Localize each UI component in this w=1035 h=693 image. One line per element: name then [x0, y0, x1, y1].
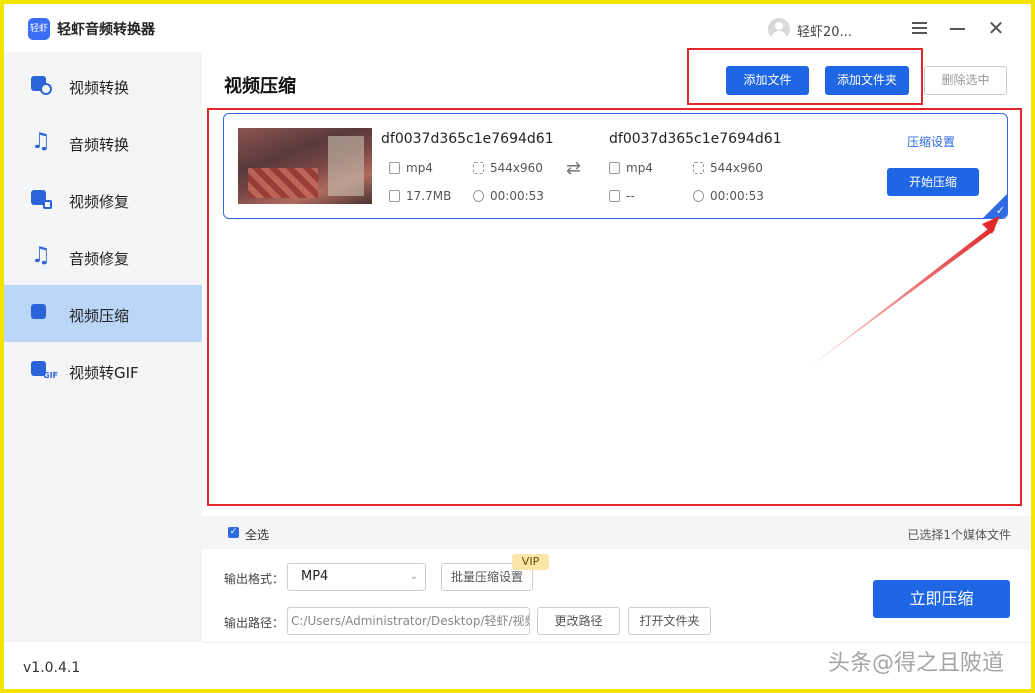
- video-repair-icon: [31, 188, 53, 210]
- sidebar-item-label: 视频修复: [69, 193, 130, 211]
- sidebar-item-video-repair[interactable]: 视频修复: [4, 171, 202, 228]
- audio-convert-icon: ♫: [31, 129, 51, 154]
- sidebar-item-video-convert[interactable]: 视频转换: [4, 57, 202, 114]
- sidebar-item-audio-repair[interactable]: ♫ 音频修复: [4, 228, 202, 285]
- minimize-icon[interactable]: [946, 16, 970, 40]
- sidebar-item-label: 音频修复: [69, 250, 130, 268]
- app-logo-icon: 轻虾: [28, 18, 50, 40]
- watermark: 头条@得之且陂道: [828, 651, 1005, 676]
- sidebar-item-label: 音频转换: [69, 136, 130, 154]
- select-all-label[interactable]: 全选: [245, 526, 269, 543]
- sidebar-item-label: 视频转GIF: [69, 364, 139, 382]
- chevron-down-icon: ⌄: [409, 571, 418, 582]
- sidebar-item-label: 视频转换: [69, 79, 130, 97]
- selected-count: 已选择1个媒体文件: [907, 528, 1011, 542]
- app-window: 轻虾 轻虾音频转换器 轻虾20... ✕ 视频转换 ♫ 音频转换 视频修复 ♫ …: [4, 4, 1031, 689]
- video-gif-icon: GIF: [31, 359, 58, 381]
- page-title: 视频压缩: [224, 76, 296, 97]
- annotation-box-list: [207, 108, 1022, 506]
- select-bar: ✓ 全选 已选择1个媒体文件: [202, 516, 1031, 549]
- compress-now-button[interactable]: 立即压缩: [873, 580, 1010, 618]
- audio-repair-icon: ♫: [31, 243, 51, 268]
- title-bar: 轻虾 轻虾音频转换器 轻虾20... ✕: [4, 4, 1031, 52]
- annotation-box-top: [687, 48, 923, 105]
- output-path-label: 输出路径：: [224, 616, 285, 630]
- select-all-checkbox[interactable]: ✓: [228, 527, 239, 538]
- close-icon[interactable]: ✕: [984, 16, 1008, 40]
- sidebar-item-audio-convert[interactable]: ♫ 音频转换: [4, 114, 202, 171]
- sidebar-item-video-compress[interactable]: 视频压缩: [4, 285, 202, 342]
- sidebar-item-video-gif[interactable]: GIF 视频转GIF: [4, 342, 202, 399]
- vip-badge: VIP: [512, 554, 549, 570]
- video-compress-icon: [31, 302, 53, 324]
- sidebar: 视频转换 ♫ 音频转换 视频修复 ♫ 音频修复 视频压缩 GIF 视频转GIF: [4, 52, 202, 642]
- user-avatar[interactable]: [768, 18, 790, 40]
- output-format-label: 输出格式：: [224, 572, 285, 586]
- menu-icon[interactable]: [908, 16, 932, 40]
- output-path-field[interactable]: C:/Users/Administrator/Desktop/轻虾/视频: [287, 607, 530, 635]
- sidebar-item-label: 视频压缩: [69, 307, 130, 325]
- output-panel: 输出格式： MP4 ⌄ 批量压缩设置 VIP 输出路径： C:/Users/Ad…: [202, 549, 1031, 642]
- open-folder-button[interactable]: 打开文件夹: [628, 607, 711, 635]
- version-label: v1.0.4.1: [23, 660, 81, 676]
- video-convert-icon: [31, 74, 53, 96]
- change-path-button[interactable]: 更改路径: [537, 607, 620, 635]
- user-name[interactable]: 轻虾20...: [797, 21, 852, 40]
- delete-selected-button[interactable]: 删除选中: [924, 66, 1007, 95]
- output-format-select[interactable]: MP4 ⌄: [287, 563, 426, 591]
- app-title: 轻虾音频转换器: [57, 22, 155, 38]
